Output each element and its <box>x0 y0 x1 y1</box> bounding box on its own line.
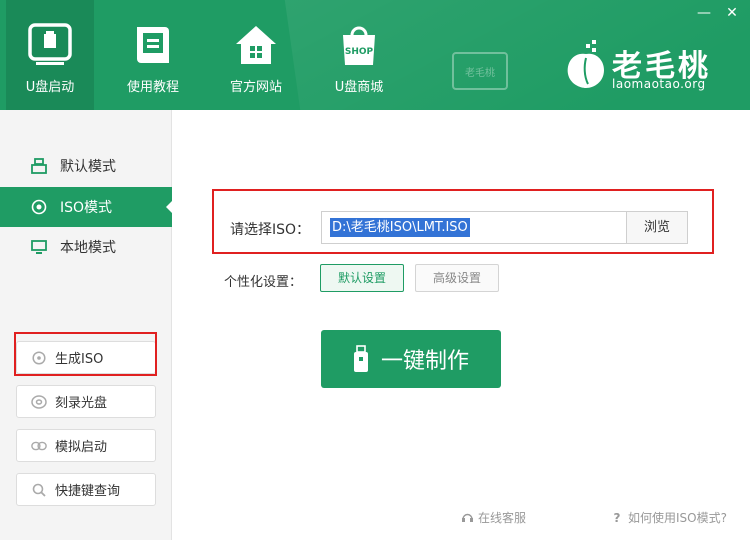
shop-bag-icon: SHOP <box>336 22 382 68</box>
tool-label: 模拟启动 <box>55 440 108 455</box>
nav-label: 使用教程 <box>126 80 179 95</box>
nav-label: 官方网站 <box>229 80 282 95</box>
nav-label: U盘商城 <box>334 80 384 95</box>
brand-domain: laomaotao.org <box>612 77 706 91</box>
disc-radio-icon <box>30 198 48 216</box>
mode-label: 默认模式 <box>60 159 116 175</box>
home-icon <box>233 22 279 68</box>
search-icon <box>31 482 47 498</box>
disc-icon <box>31 350 47 366</box>
monitor-icon <box>30 238 48 256</box>
mode-label: ISO模式 <box>60 200 113 216</box>
top-header: U盘启动 使用教程 官方网站 SHOP U盘商城 老毛桃 — ✕ 老毛桃 lao… <box>0 0 750 110</box>
footer-help-label: 如何使用ISO模式? <box>628 511 727 525</box>
make-button-label: 一键制作 <box>380 349 469 374</box>
book-icon <box>130 22 176 68</box>
hotkey-query-button[interactable]: 快捷键查询 <box>16 473 156 506</box>
shop-badge-text: SHOP <box>345 47 374 57</box>
mode-label: 本地模式 <box>60 240 116 256</box>
burn-disc-icon <box>31 394 47 410</box>
one-click-make-button[interactable]: 一键制作 <box>321 330 501 388</box>
tool-label: 生成ISO <box>55 352 104 367</box>
sidebar: 默认模式 ISO模式 本地模式 生成ISO 刻录光盘 模拟启动 快捷键查询 <box>0 110 173 540</box>
mode-default[interactable]: 默认模式 <box>0 146 172 186</box>
close-button[interactable]: ✕ <box>722 4 742 22</box>
tool-label: 刻录光盘 <box>55 396 108 411</box>
watermark-logo: 老毛桃 <box>452 52 508 90</box>
headset-icon <box>460 511 474 525</box>
watermark-text: 老毛桃 <box>465 67 495 79</box>
usb-icon <box>30 157 48 175</box>
personalize-label: 个性化设置： <box>224 275 303 290</box>
tool-label: 快捷键查询 <box>55 484 121 499</box>
usb-stick-icon <box>353 345 368 372</box>
peach-icon <box>567 40 604 88</box>
footer-service-label: 在线客服 <box>478 511 527 525</box>
nav-usb-boot[interactable]: U盘启动 <box>6 0 94 110</box>
iso-path-input[interactable] <box>321 211 627 244</box>
iso-select-label: 请选择ISO： <box>230 222 311 238</box>
help-iso-mode-link[interactable]: ? 如何使用ISO模式? <box>610 509 727 526</box>
advanced-settings-button[interactable]: 高级设置 <box>415 264 499 292</box>
generate-iso-button[interactable]: 生成ISO <box>16 341 156 374</box>
default-settings-button[interactable]: 默认设置 <box>320 264 404 292</box>
simulate-boot-button[interactable]: 模拟启动 <box>16 429 156 462</box>
nav-shop[interactable]: SHOP U盘商城 <box>315 0 403 110</box>
nav-label: U盘启动 <box>25 80 75 95</box>
browse-button[interactable]: 浏览 <box>626 211 688 244</box>
nav-tutorial[interactable]: 使用教程 <box>109 0 197 110</box>
burn-disc-button[interactable]: 刻录光盘 <box>16 385 156 418</box>
link-icon <box>31 438 47 454</box>
online-service-link[interactable]: 在线客服 <box>460 509 526 526</box>
mode-iso[interactable]: ISO模式 <box>0 187 173 227</box>
brand-logo: 老毛桃 laomaotao.org <box>566 40 746 96</box>
mode-local[interactable]: 本地模式 <box>0 227 172 267</box>
minimize-button[interactable]: — <box>694 4 714 22</box>
nav-official-site[interactable]: 官方网站 <box>212 0 300 110</box>
usb-drive-icon <box>27 22 73 68</box>
question-icon: ? <box>613 510 621 525</box>
